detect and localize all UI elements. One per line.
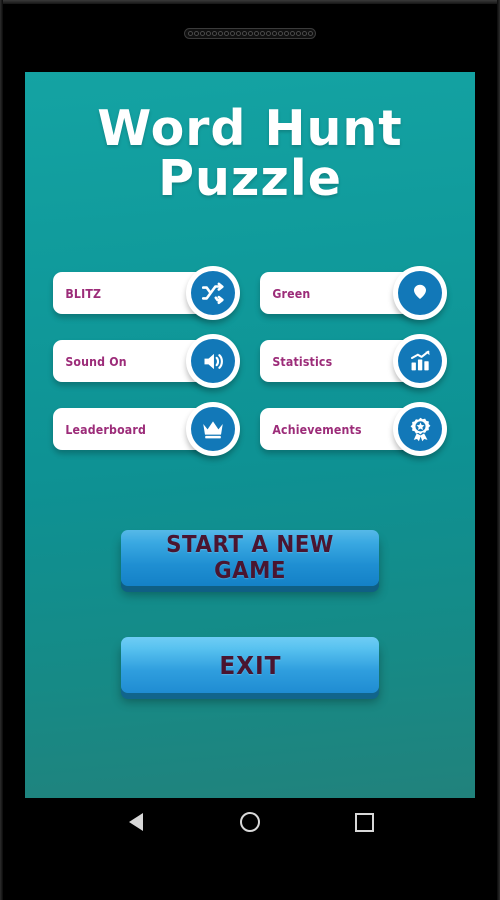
menu-item-theme[interactable]: Green [260, 266, 447, 320]
medal-rosette-icon [398, 407, 442, 451]
exit-button[interactable]: EXIT [121, 637, 379, 693]
bezel-left-edge [0, 0, 3, 900]
home-icon[interactable] [230, 802, 270, 842]
earpiece-speaker-grille [184, 28, 316, 39]
start-new-game-label: START A NEW GAME [166, 532, 334, 584]
app-title-line-1: Word Hunt [97, 100, 403, 157]
menu-label-statistics: Statistics [272, 353, 333, 369]
menu-label-theme: Green [272, 285, 311, 301]
menu-item-sound[interactable]: Sound On [53, 334, 240, 388]
app-title: Word Hunt Puzzle [25, 104, 475, 204]
back-icon[interactable] [116, 802, 156, 842]
menu-icon-ring-blitz[interactable] [186, 266, 240, 320]
bar-chart-icon [398, 339, 442, 383]
menu-item-achievements[interactable]: Achievements [260, 402, 447, 456]
recents-icon[interactable] [344, 802, 384, 842]
start-new-game-button[interactable]: START A NEW GAME [121, 530, 379, 586]
menu-icon-ring-leaderboard[interactable] [186, 402, 240, 456]
menu-icon-ring-statistics[interactable] [393, 334, 447, 388]
speaker-on-icon [191, 339, 235, 383]
app-title-line-2: Puzzle [158, 149, 342, 207]
shuffle-icon [191, 271, 235, 315]
bezel-top-edge [0, 0, 500, 4]
menu-item-statistics[interactable]: Statistics [260, 334, 447, 388]
app-screen: Word Hunt Puzzle BLITZ Green Sound On St… [25, 72, 475, 798]
menu-item-blitz[interactable]: BLITZ [53, 266, 240, 320]
theme-shield-icon [398, 271, 442, 315]
exit-label: EXIT [218, 650, 282, 680]
menu-icon-ring-sound[interactable] [186, 334, 240, 388]
menu-label-sound: Sound On [65, 353, 127, 369]
android-navigation-bar [25, 798, 475, 846]
menu-label-achievements: Achievements [272, 421, 362, 437]
crown-icon [191, 407, 235, 451]
phone-device-frame: Word Hunt Puzzle BLITZ Green Sound On St… [0, 0, 500, 900]
menu-label-blitz: BLITZ [65, 285, 102, 301]
menu-grid: BLITZ Green Sound On Statistics Leaderbo… [53, 266, 447, 456]
menu-item-leaderboard[interactable]: Leaderboard [53, 402, 240, 456]
menu-label-leaderboard: Leaderboard [65, 421, 147, 437]
menu-icon-ring-achievements[interactable] [393, 402, 447, 456]
menu-icon-ring-theme[interactable] [393, 266, 447, 320]
